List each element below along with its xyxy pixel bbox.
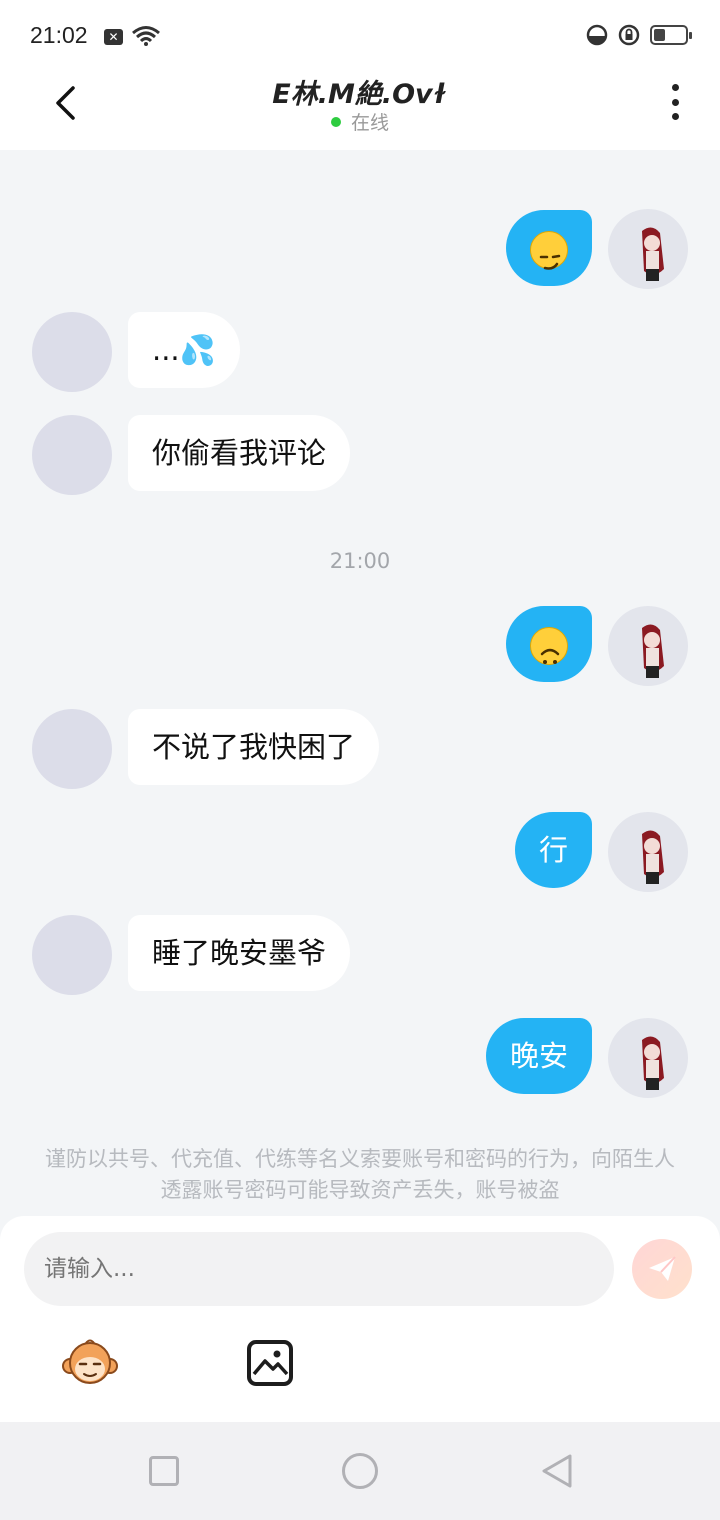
send-button[interactable] xyxy=(632,1239,692,1299)
rotation-lock-icon xyxy=(618,24,640,46)
message-input[interactable] xyxy=(24,1232,614,1306)
online-status-label: 在线 xyxy=(350,112,389,134)
status-time: 21:02 xyxy=(30,22,88,48)
online-status: 在线 xyxy=(0,108,720,135)
more-options-button[interactable] xyxy=(660,82,690,122)
my-avatar[interactable] xyxy=(608,1018,688,1098)
my-avatar[interactable] xyxy=(608,606,688,686)
wifi-icon xyxy=(132,26,160,46)
monkey-face-icon xyxy=(62,1339,118,1384)
safety-notice: 谨防以共号、代充值、代练等名义索要账号和密码的行为，向陌生人透露账号密码可能导致… xyxy=(45,1147,675,1202)
status-bar: 21:02 ✕ xyxy=(0,0,720,70)
system-nav-bar xyxy=(0,1422,720,1520)
message-bubble-incoming[interactable]: 你偷看我评论 xyxy=(128,415,351,491)
battery-icon xyxy=(650,25,692,45)
my-avatar[interactable] xyxy=(608,209,688,289)
contact-avatar[interactable] xyxy=(32,415,112,495)
sticker-button[interactable] xyxy=(62,1338,118,1388)
online-dot xyxy=(330,117,341,127)
contact-avatar[interactable] xyxy=(32,709,112,789)
message-composer xyxy=(0,1216,720,1422)
message-bubble-incoming[interactable]: ...💦 xyxy=(128,312,240,388)
contact-avatar[interactable] xyxy=(32,312,112,392)
back-triangle-icon[interactable] xyxy=(540,1453,574,1489)
message-bubble-outgoing[interactable]: 晚安 xyxy=(485,1018,592,1094)
data-saver-icon xyxy=(586,24,608,46)
recents-button[interactable] xyxy=(149,1456,179,1486)
message-timestamp: 21:00 xyxy=(329,549,391,573)
upside-down-face-icon xyxy=(530,627,568,665)
contact-name: E林.M絶.Ovɫ xyxy=(272,79,448,110)
message-bubble-outgoing[interactable] xyxy=(506,606,592,682)
my-avatar[interactable] xyxy=(608,812,688,892)
chat-header: E林.M絶.Ovɫ 在线 xyxy=(0,70,720,150)
message-list[interactable]: ...💦 你偷看我评论 21:00 不说了我快困了 行 睡了晚安墨爷 晚安 xyxy=(0,150,720,1216)
battery-level xyxy=(654,29,665,41)
message-bubble-incoming[interactable]: 睡了晚安墨爷 xyxy=(128,915,351,991)
message-bubble-incoming[interactable]: 不说了我快困了 xyxy=(128,709,380,785)
home-button[interactable] xyxy=(342,1453,378,1489)
message-bubble-outgoing[interactable] xyxy=(506,210,592,286)
paper-plane-icon xyxy=(649,1256,676,1281)
contact-avatar[interactable] xyxy=(32,915,112,995)
image-icon xyxy=(252,1350,289,1376)
smirking-face-icon xyxy=(530,231,568,270)
image-picker-button[interactable] xyxy=(247,1340,293,1386)
notification-x-icon: ✕ xyxy=(104,29,123,45)
message-bubble-outgoing[interactable]: 行 xyxy=(514,812,592,888)
